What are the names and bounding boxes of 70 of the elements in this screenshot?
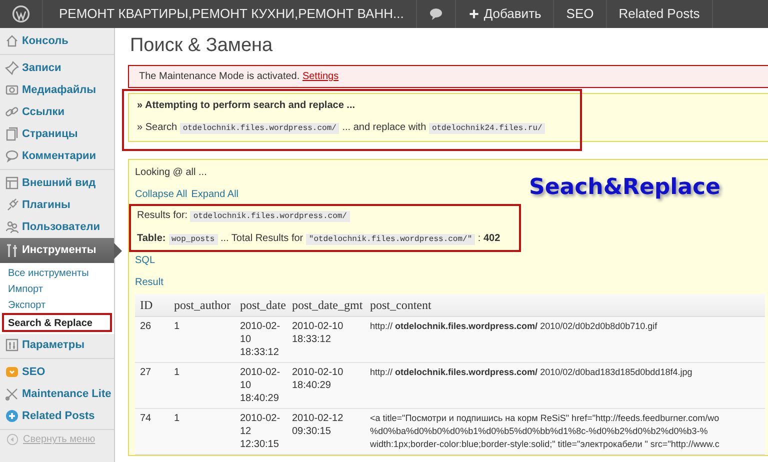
table-cell: 1: [169, 408, 235, 454]
pages-icon: [5, 127, 19, 141]
menu-item[interactable]: SEO: [0, 361, 114, 383]
table-cell: 2010-02-12 09:30:15: [287, 408, 365, 454]
menu-item[interactable]: Related Posts: [0, 405, 114, 427]
back-arrow-circle-icon: [6, 433, 19, 446]
notice-text: The Maintenance Mode is activated.: [139, 71, 301, 82]
table-cell: 1: [169, 316, 235, 362]
menu-item[interactable]: Параметры: [0, 334, 114, 356]
menu-item[interactable]: Плагины: [0, 194, 114, 216]
plug-icon: [5, 198, 19, 212]
house-icon: [5, 34, 19, 48]
plus-icon: [468, 8, 480, 20]
toolbar-link[interactable]: SEO: [554, 0, 607, 28]
menu-item[interactable]: Maintenance Lite: [0, 383, 114, 405]
results-for-text: Results for: otdelochnik.files.wordpress.com/: [137, 209, 513, 224]
wordpress-logo-icon: [12, 5, 30, 23]
content-cell: http:// otdelochnik.files.wordpress.com/ 2010/02/d0bad183d185d0bdd18f4.jpg: [365, 362, 765, 408]
content-cell: http:// otdelochnik.files.wordpress.com/ 2010/02/d0b2d0b8d0b710.gif: [365, 316, 765, 362]
table-cell: 1: [169, 362, 235, 408]
toggle-link[interactable]: Collapse All: [135, 189, 188, 200]
table-cell: 2010-02-12 12:30:15: [235, 408, 287, 454]
submenu-item[interactable]: Экспорт: [0, 297, 114, 313]
speech-bubble-icon: [5, 149, 19, 163]
tools-icon: [5, 244, 19, 258]
add-new-link[interactable]: Добавить: [456, 0, 554, 28]
search-replace-line: » Search otdelochnik.files.wordpress.com/ ... and replace with otdelochnik24.files.ru/: [137, 121, 765, 136]
submenu-item[interactable]: Импорт: [0, 281, 114, 297]
submenu-item[interactable]: Все инструменты: [0, 265, 114, 281]
attempt-heading: » Attempting to perform search and replace ...: [137, 99, 356, 113]
table-cell: 26: [135, 316, 169, 362]
layout-icon: [5, 176, 19, 190]
column-header: post_date: [235, 294, 287, 316]
people-icon: [5, 220, 19, 234]
result-link[interactable]: Result: [135, 276, 768, 290]
menu-item[interactable]: Страницы: [0, 123, 114, 145]
table-cell: 2010-02-10 18:40:29: [287, 362, 365, 408]
table-cell: 2010-02-10 18:40:29: [235, 362, 287, 408]
menu-item[interactable]: Консоль: [0, 30, 114, 52]
content-cell: <a title="Посмотри и подпишись на корм ReSiS" href="http://feeds.feedburner.com/wo %d0%ba%d0%b0%d0%b1%d0%b5%d0%bb%d1%8c-%d0%b2%d0%b2%d0%b3-% width:1px;border-color:blue;border-style:solid;" title="электрокабели " src="http://www.c: [365, 408, 765, 454]
looking-text: Looking @ all ...: [135, 166, 208, 180]
column-header: post_date_gmt: [287, 294, 365, 316]
chain-icon: [5, 105, 19, 119]
total-results-text: Table: wop_posts ... Total Results for "otdelochnik.files.wordpress.com/" : 402: [137, 232, 502, 247]
settings-link[interactable]: Settings: [302, 71, 339, 82]
table-cell: 2010-02-10 18:33:12: [287, 316, 365, 362]
table-cell: 74: [135, 408, 169, 454]
table-cell: 27: [135, 362, 169, 408]
table-cell: 2010-02-10 18:33:12: [235, 316, 287, 362]
rounded-square-icon: [5, 365, 19, 379]
sql-link[interactable]: SQL: [135, 254, 768, 268]
column-header: post_content: [365, 294, 765, 316]
sliders-icon: [5, 338, 19, 352]
menu-item[interactable]: Комментарии: [0, 145, 114, 167]
menu-item[interactable]: Записи: [0, 57, 114, 79]
page-title: Поиск & Замена: [130, 34, 274, 58]
submenu-item[interactable]: Search & Replace: [2, 313, 112, 332]
speech-bubble-icon: [428, 7, 443, 21]
camera-icon: [5, 83, 19, 97]
plus-circle-icon: [5, 409, 19, 423]
column-header: post_author: [169, 294, 235, 316]
menu-item[interactable]: Внешний вид: [0, 172, 114, 194]
toolbar-link[interactable]: Related Posts: [606, 0, 713, 28]
menu-item[interactable]: Пользователи: [0, 216, 114, 238]
scissors-icon: [5, 387, 19, 401]
column-header: ID: [135, 294, 169, 316]
menu-item[interactable]: Ссылки: [0, 101, 114, 123]
menu-item[interactable]: Медиафайлы: [0, 79, 114, 101]
toggle-link[interactable]: Expand All: [191, 189, 239, 200]
caption-text: Seach&Replace: [529, 174, 720, 202]
